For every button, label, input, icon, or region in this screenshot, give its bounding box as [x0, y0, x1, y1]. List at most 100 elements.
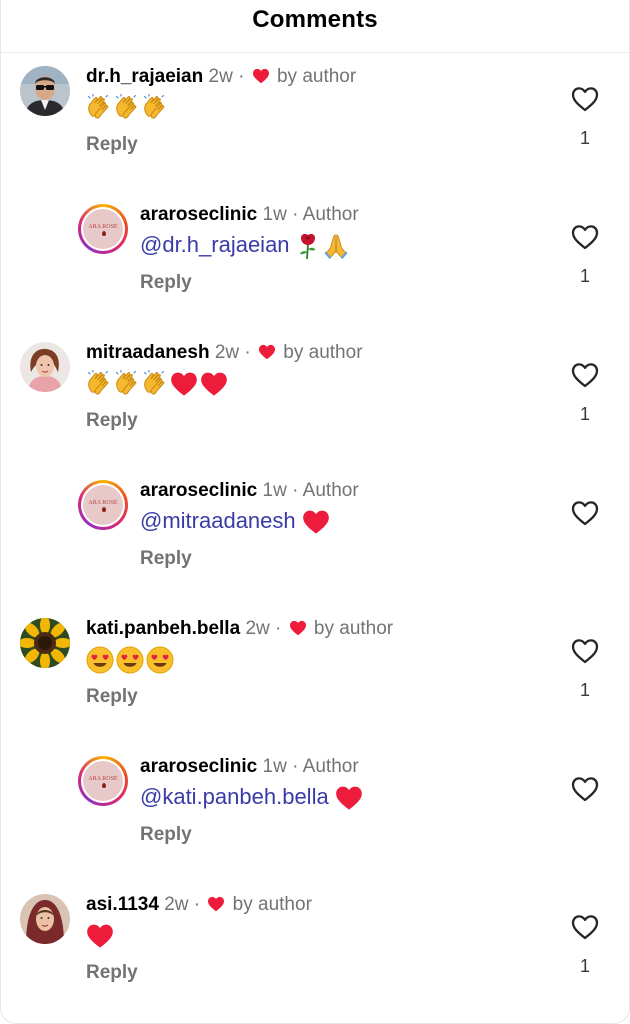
- reply-button[interactable]: Reply: [140, 548, 192, 570]
- mention-link[interactable]: @mitraadanesh: [140, 508, 296, 533]
- timestamp: 2w: [245, 618, 270, 639]
- red-heart-icon: [335, 785, 363, 811]
- comment-body: @kati.panbeh.bella ❤️: [140, 784, 365, 811]
- like-count: 1: [579, 956, 590, 976]
- man-sunglasses-avatar[interactable]: [20, 66, 70, 116]
- like-heart-icon[interactable]: [571, 638, 599, 664]
- mention-link[interactable]: @kati.panbeh.bella: [140, 784, 329, 809]
- comment-mitraadanesh: mitraadanesh 2w · by author 👏👏👏❤️❤️ Repl…: [0, 336, 630, 466]
- clinic-logo-avatar[interactable]: ARA ROSE: [78, 756, 128, 806]
- reply-comment-araroseclinic: ARA ROSE araroseclinic 1w · Author @dr.h…: [0, 198, 630, 328]
- reply-button[interactable]: Reply: [140, 272, 192, 294]
- like-heart-icon[interactable]: [571, 776, 599, 802]
- liked-by-author-heart-icon: [207, 896, 225, 912]
- like-heart-icon[interactable]: [571, 500, 599, 526]
- separator: ·: [193, 894, 201, 915]
- comment-asi-1134: asi.1134 2w · by author ❤️ Reply 1: [0, 888, 630, 1018]
- liked-by-author-heart-icon: [252, 68, 270, 84]
- comment-body: @dr.h_rajaeian 🌹🙏: [140, 232, 352, 260]
- red-heart-icon: [200, 371, 228, 397]
- red-heart-icon: [86, 923, 114, 949]
- separator: ·: [292, 480, 299, 501]
- clinic-logo-text: ARA ROSE: [88, 224, 118, 230]
- author-tag: Author: [302, 480, 359, 501]
- timestamp: 2w: [214, 342, 240, 363]
- reply-button[interactable]: Reply: [86, 410, 138, 432]
- comment-body: 👏👏👏❤️❤️: [86, 370, 230, 398]
- by-author-label: by author: [232, 894, 312, 915]
- praying-hands-icon: [322, 232, 350, 260]
- reply-button[interactable]: Reply: [86, 134, 138, 156]
- heart-eyes-face-icon: [146, 646, 174, 674]
- like-heart-icon[interactable]: [571, 362, 599, 388]
- separator: ·: [292, 756, 299, 777]
- reply-comment-araroseclinic: ARA ROSE araroseclinic 1w · Author @kati…: [0, 750, 630, 880]
- liked-by-author-heart-icon: [289, 620, 307, 636]
- comment-meta: araroseclinic 1w · Author: [140, 756, 359, 778]
- separator: ·: [244, 342, 251, 363]
- clapping-hands-icon: [142, 94, 168, 122]
- comment-meta: dr.h_rajaeian 2w · by author: [86, 66, 356, 88]
- username[interactable]: mitraadanesh: [86, 342, 210, 363]
- like-heart-icon[interactable]: [571, 224, 599, 250]
- clinic-logo-avatar[interactable]: ARA ROSE: [78, 204, 128, 254]
- like-count: 1: [579, 266, 590, 286]
- comment-body: 😍😍😍: [86, 646, 176, 674]
- heart-eyes-face-icon: [86, 646, 114, 674]
- reply-button[interactable]: Reply: [140, 824, 192, 846]
- clinic-logo-text: ARA ROSE: [88, 500, 118, 506]
- username[interactable]: araroseclinic: [140, 204, 257, 225]
- username[interactable]: dr.h_rajaeian: [86, 66, 203, 87]
- rose-icon: [296, 232, 320, 260]
- clapping-hands-icon: [86, 370, 112, 398]
- comment-meta: araroseclinic 1w · Author: [140, 480, 359, 502]
- by-author-label: by author: [276, 66, 357, 87]
- author-tag: Author: [302, 756, 359, 777]
- woman-avatar[interactable]: [20, 342, 70, 392]
- clinic-logo-text: ARA ROSE: [88, 776, 118, 782]
- comment-meta: asi.1134 2w · by author: [86, 894, 312, 916]
- separator: ·: [275, 618, 282, 639]
- timestamp: 1w: [262, 480, 287, 501]
- comments-header: Comments: [0, 0, 630, 53]
- sunflower-avatar[interactable]: [20, 618, 70, 668]
- username[interactable]: araroseclinic: [140, 756, 257, 777]
- clapping-hands-icon: [142, 370, 168, 398]
- clapping-hands-icon: [86, 94, 112, 122]
- woman-hijab-avatar[interactable]: [20, 894, 70, 944]
- comment-body: @mitraadanesh ❤️: [140, 508, 332, 535]
- comment-body: 👏👏👏: [86, 94, 170, 122]
- like-count: 1: [579, 404, 590, 424]
- reply-comment-araroseclinic: ARA ROSE araroseclinic 1w · Author @mitr…: [0, 474, 630, 604]
- clinic-logo-avatar[interactable]: ARA ROSE: [78, 480, 128, 530]
- timestamp: 1w: [262, 756, 287, 777]
- page-title: Comments: [252, 6, 378, 33]
- username[interactable]: araroseclinic: [140, 480, 257, 501]
- reply-button[interactable]: Reply: [86, 686, 138, 708]
- like-count: 1: [579, 128, 590, 148]
- comment-kati-panbeh-bella: kati.panbeh.bella 2w · by author 😍😍😍 Rep…: [0, 612, 630, 742]
- comment-body: ❤️: [86, 922, 116, 949]
- comment-dr-h-rajaeian: dr.h_rajaeian 2w · by author 👏👏👏 Reply 1: [0, 60, 630, 190]
- separator: ·: [292, 204, 299, 225]
- comment-meta: araroseclinic 1w · Author: [140, 204, 359, 226]
- reply-button[interactable]: Reply: [86, 962, 138, 984]
- comment-meta: kati.panbeh.bella 2w · by author: [86, 618, 393, 640]
- by-author-label: by author: [283, 342, 363, 363]
- red-heart-icon: [302, 509, 330, 535]
- username[interactable]: asi.1134: [86, 894, 159, 915]
- username[interactable]: kati.panbeh.bella: [86, 618, 240, 639]
- like-count: 1: [579, 680, 590, 700]
- clapping-hands-icon: [114, 94, 140, 122]
- like-heart-icon[interactable]: [571, 86, 599, 112]
- mention-link[interactable]: @dr.h_rajaeian: [140, 232, 290, 257]
- like-heart-icon[interactable]: [571, 914, 599, 940]
- clapping-hands-icon: [114, 370, 140, 398]
- timestamp: 1w: [262, 204, 287, 225]
- timestamp: 2w: [208, 66, 233, 87]
- separator: ·: [238, 66, 245, 87]
- red-heart-icon: [170, 371, 198, 397]
- comment-meta: mitraadanesh 2w · by author: [86, 342, 363, 364]
- author-tag: Author: [302, 204, 359, 225]
- by-author-label: by author: [313, 618, 394, 639]
